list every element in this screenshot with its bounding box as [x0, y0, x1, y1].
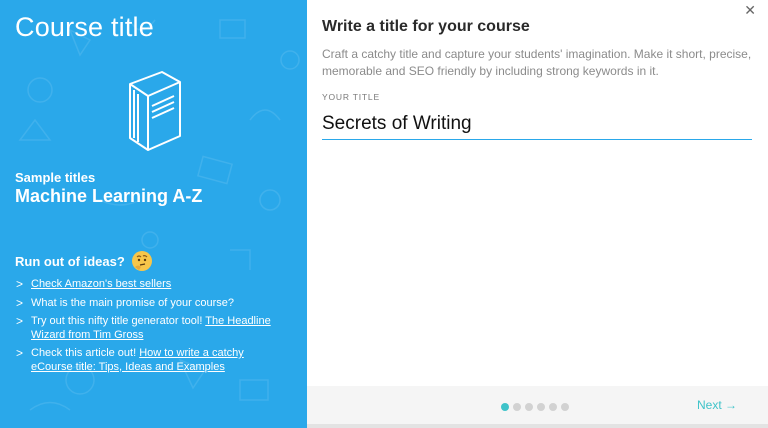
catchy-title-article-link[interactable]: How to write a catchy	[139, 347, 244, 359]
headline-wizard-link[interactable]: The Headline	[205, 315, 270, 327]
close-icon[interactable]: ✕	[744, 2, 756, 19]
catchy-title-article-link-continued[interactable]: eCourse title: Tips, Ideas and Examples	[31, 361, 225, 373]
amazon-best-sellers-link[interactable]: Check Amazon's best sellers	[31, 278, 171, 290]
tip-text: What is the main promise of your course?	[31, 296, 234, 309]
ideas-heading: Run out of ideas?	[15, 250, 153, 272]
tip-item-article: > Check this article out! How to write a…	[15, 346, 295, 374]
tip-text: Try out this nifty title generator tool!	[31, 315, 206, 327]
sample-titles-label: Sample titles	[15, 170, 96, 185]
sidebar-panel: Course title Sample titles Machine Learn…	[0, 0, 307, 428]
step-dot-4[interactable]	[537, 403, 545, 411]
course-title-input[interactable]	[322, 108, 752, 140]
page-title: Write a title for your course	[322, 18, 530, 35]
sample-title-example: Machine Learning A-Z	[15, 186, 203, 206]
step-dot-1[interactable]	[501, 403, 509, 411]
chevron-right-icon: >	[16, 314, 24, 328]
footer-divider	[307, 424, 768, 428]
tip-item-promise: > What is the main promise of your cours…	[15, 295, 295, 311]
step-dot-6[interactable]	[561, 403, 569, 411]
step-dot-2[interactable]	[513, 403, 521, 411]
tip-item-generator: > Try out this nifty title generator too…	[15, 314, 295, 342]
step-dot-5[interactable]	[549, 403, 557, 411]
thinking-face-icon	[131, 251, 152, 271]
next-button[interactable]: Next →	[697, 398, 737, 412]
tip-item-amazon: > Check Amazon's best sellers	[15, 277, 295, 292]
book-icon	[129, 71, 181, 151]
main-panel: ✕ Write a title for your course Craft a …	[307, 0, 768, 428]
step-indicator	[501, 403, 569, 411]
ideas-tips-list: > Check Amazon's best sellers > What is …	[15, 277, 295, 379]
chevron-right-icon: >	[16, 346, 24, 360]
title-field-label: YOUR TITLE	[322, 92, 380, 102]
page-description: Craft a catchy title and capture your st…	[322, 47, 752, 78]
chevron-right-icon: >	[16, 277, 24, 291]
chevron-right-icon: >	[16, 295, 24, 310]
headline-wizard-link-continued[interactable]: Wizard from Tim Gross	[31, 329, 143, 341]
sidebar-title: Course title	[15, 12, 154, 42]
step-dot-3[interactable]	[525, 403, 533, 411]
tip-text: Check this article out!	[31, 347, 140, 359]
ideas-heading-text: Run out of ideas?	[15, 253, 125, 269]
